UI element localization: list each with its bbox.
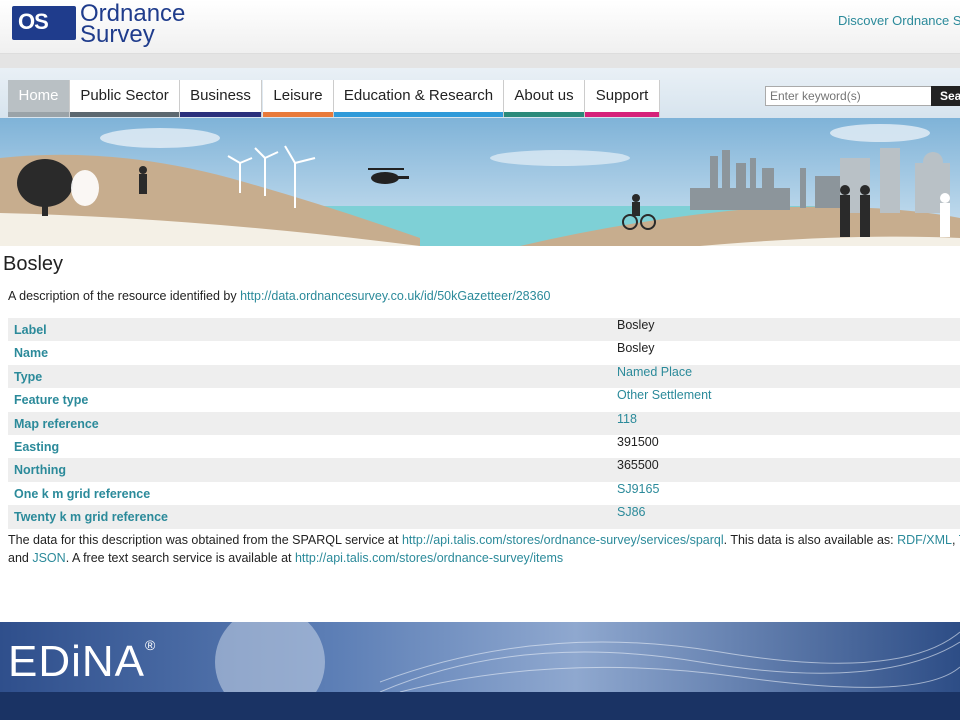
nav-tab-business[interactable]: Business (180, 80, 262, 117)
nav-tab-label: Education & Research (343, 87, 494, 104)
header-divider (0, 54, 960, 68)
property-row: One k m grid reference SJ9165 (8, 482, 960, 505)
property-label[interactable]: Easting (8, 435, 617, 458)
nav-tab-color-bar (504, 112, 584, 117)
nav-tab-about-us[interactable]: About us (504, 80, 585, 117)
resource-uri-link[interactable]: http://data.ordnancesurvey.co.uk/id/50kG… (240, 289, 550, 303)
text-search-link[interactable]: http://api.talis.com/stores/ordnance-sur… (295, 551, 563, 565)
property-label[interactable]: Label (8, 318, 617, 342)
property-value[interactable]: 118 (617, 411, 960, 435)
os-logo-mark: OS (18, 9, 49, 34)
banner-illustration (0, 118, 960, 246)
nav-tab-label: Public Sector (80, 87, 169, 104)
bottom-bar (0, 692, 960, 720)
sparql-service-link[interactable]: http://api.talis.com/stores/ordnance-sur… (402, 533, 724, 547)
properties-table: Label Bosley Name Bosley Type Named Place Feat… (8, 318, 960, 529)
nav-tab-color-bar (263, 112, 333, 117)
nav-tab-leisure[interactable]: Leisure (263, 80, 334, 117)
nav-tab-color-bar (334, 112, 503, 117)
rdf-xml-link[interactable]: RDF/XML (897, 533, 952, 547)
property-label[interactable]: Type (8, 364, 617, 389)
data-source-note: The data for this description was obtain… (8, 531, 960, 567)
property-value[interactable]: Other Settlement (617, 388, 960, 411)
property-row: Feature type Other Settlement (8, 388, 960, 411)
property-row: Label Bosley (8, 318, 960, 342)
nav-tab-label: Home (18, 87, 59, 104)
json-link[interactable]: JSON (32, 551, 65, 565)
search-input[interactable] (765, 86, 933, 106)
nav-tab-color-bar (8, 112, 69, 117)
search-button[interactable]: Sea (931, 86, 960, 106)
nav-tab-color-bar (70, 112, 179, 117)
property-label[interactable]: One k m grid reference (8, 482, 617, 505)
page-title: Bosley (3, 253, 64, 275)
property-value: 391500 (617, 434, 659, 449)
property-label[interactable]: Feature type (8, 388, 617, 411)
property-value: Bosley (617, 341, 655, 356)
property-row: Northing 365500 (8, 458, 960, 482)
property-row: Name Bosley (8, 341, 960, 364)
nav-tab-label: Business (190, 87, 251, 104)
property-value[interactable]: Named Place (617, 364, 960, 389)
property-value: 365500 (617, 458, 960, 482)
property-label[interactable]: Map reference (8, 411, 617, 435)
property-value: Bosley (617, 318, 960, 342)
nav-tab-support[interactable]: Support (585, 80, 660, 117)
resource-description: A description of the resource identified… (8, 289, 550, 303)
property-value[interactable]: SJ86 (617, 505, 960, 529)
property-row: Twenty k m grid reference SJ86 (8, 505, 960, 529)
property-label[interactable]: Name (8, 341, 617, 364)
nav-tab-home[interactable]: Home (8, 80, 70, 117)
property-value[interactable]: SJ9165 (617, 482, 960, 505)
os-logo-text[interactable]: Ordnance Survey (80, 2, 185, 47)
nav-tab-label: Leisure (273, 87, 323, 104)
nav-tab-color-bar (180, 112, 261, 117)
nav-tab-color-bar (585, 112, 659, 117)
nav-tab-label: About us (514, 87, 574, 104)
discover-link[interactable]: Discover Ordnance Su (838, 13, 960, 28)
property-row: Map reference 118 (8, 411, 960, 435)
nav-tab-education-research[interactable]: Education & Research (334, 80, 504, 117)
property-row: Type Named Place (8, 364, 960, 389)
property-row: Easting 391500 (8, 435, 960, 458)
description-text: A description of the resource identified… (8, 289, 241, 303)
nav-tab-public-sector[interactable]: Public Sector (70, 80, 180, 117)
nav-tab-label: Support (595, 87, 649, 104)
property-label[interactable]: Northing (8, 458, 617, 482)
property-label[interactable]: Twenty k m grid reference (8, 505, 617, 529)
edina-logo: EDiNA® (8, 637, 157, 686)
